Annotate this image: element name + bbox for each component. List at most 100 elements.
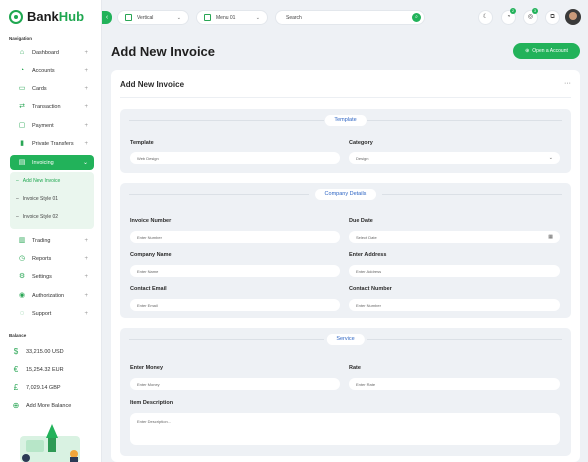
sidebar-item-label: Dashboard <box>32 49 59 56</box>
divider <box>129 194 309 195</box>
divider <box>367 339 562 340</box>
home-icon: ⌂ <box>19 48 25 56</box>
company-details-section: Company Details Invoice Number Enter Num… <box>120 183 571 318</box>
divider <box>367 120 562 121</box>
sidebar-item-dashboard[interactable]: ⌂ Dashboard + <box>10 45 94 60</box>
placeholder: Enter Name <box>137 268 159 274</box>
submenu-item-label: Invoice Style 02 <box>22 214 59 220</box>
message-badge: 3 <box>532 8 538 14</box>
company-name-label: Company Name <box>130 252 172 258</box>
submenu-item-invoice-style-02[interactable]: – Invoice Style 02 <box>16 214 58 220</box>
avatar[interactable] <box>565 9 581 25</box>
search-input[interactable]: Search ⌕ <box>275 10 425 25</box>
sidebar-item-cards[interactable]: ▭ Cards + <box>10 81 94 96</box>
sidebar: BankHub Navigation ⌂ Dashboard + ◔ Accounts… <box>0 0 102 462</box>
invoicing-submenu: – Add New Invoice – Invoice Style 01 – Invo… <box>10 172 94 229</box>
pound-icon: £ <box>13 383 19 392</box>
sidebar-item-support[interactable]: ◌ Support + <box>10 306 94 321</box>
layout-select-value: Vertical <box>137 14 154 21</box>
notification-badge: 2 <box>510 8 516 14</box>
shield-icon: ◉ <box>18 291 26 299</box>
chevron-down-icon: ⌄ <box>255 14 260 21</box>
sidebar-item-label: Payment <box>32 122 54 129</box>
item-description-label: Item Description <box>130 400 174 406</box>
sidebar-item-label: Transaction <box>32 103 61 110</box>
section-title: Template <box>324 115 367 126</box>
payment-icon: ▢ <box>18 121 26 129</box>
transfer-icon: ⇄ <box>19 102 25 110</box>
submenu-item-add-new-invoice[interactable]: – Add New Invoice <box>16 178 60 184</box>
divider <box>120 97 571 98</box>
trading-icon: ▥ <box>18 236 26 244</box>
template-select[interactable]: Web Design <box>130 152 340 164</box>
sidebar-item-accounts[interactable]: ◔ Accounts + <box>10 63 94 78</box>
dash-icon: – <box>16 178 19 184</box>
rate-field[interactable]: Enter Rate <box>349 378 560 390</box>
language-icon[interactable]: ⧉ <box>545 10 560 25</box>
sidebar-illustration <box>20 424 80 462</box>
plus-icon: + <box>84 67 88 74</box>
plus-icon: + <box>84 140 88 147</box>
accounts-icon: ◔ <box>19 66 25 74</box>
report-icon: ◷ <box>18 254 26 262</box>
item-description-textarea[interactable]: Enter Description... <box>130 413 560 445</box>
more-options-icon[interactable]: ··· <box>564 80 571 87</box>
placeholder: Select Date <box>356 234 377 240</box>
sidebar-item-label: Authorization <box>32 292 65 299</box>
section-title: Company Details <box>314 189 377 200</box>
plus-icon: + <box>84 273 88 280</box>
sidebar-item-label: Settings <box>32 273 52 280</box>
theme-toggle-icon[interactable]: ☾ <box>478 10 493 25</box>
contact-number-field[interactable]: Enter Number <box>349 299 560 311</box>
service-section: Service Enter Money Enter Money Rate Ent… <box>120 328 571 456</box>
money-label: Enter Money <box>130 365 164 371</box>
grid-icon <box>125 14 132 21</box>
sidebar-item-authorization[interactable]: ◉ Authorization + <box>10 288 94 303</box>
sidebar-item-private-transfers[interactable]: ▮ Private Transfers + <box>10 136 94 151</box>
category-select[interactable]: Design ⌄ <box>349 152 560 164</box>
submenu-item-invoice-style-01[interactable]: – Invoice Style 01 <box>16 196 58 202</box>
template-section: Template Template Web Design Category De… <box>120 109 571 173</box>
chevron-left-icon: ‹ <box>105 14 109 21</box>
sidebar-item-settings[interactable]: ⚙ Settings + <box>10 269 94 284</box>
brand-logo[interactable]: BankHub <box>9 9 84 24</box>
contact-email-field[interactable]: Enter Email <box>130 299 340 311</box>
brand-name-b: Hub <box>58 9 85 24</box>
bar-chart-icon: ▮ <box>20 139 24 147</box>
sidebar-item-transaction[interactable]: ⇄ Transaction + <box>10 99 94 114</box>
sidebar-item-reports[interactable]: ◷ Reports + <box>10 251 94 266</box>
invoice-card: Add New Invoice ··· Template Template We… <box>111 70 580 462</box>
balance-value: 7,029.14 GBP <box>26 385 61 391</box>
menu-select[interactable]: Menu 01 ⌄ <box>196 10 268 25</box>
sidebar-toggle-button[interactable]: ‹ <box>102 11 112 24</box>
sidebar-item-trading[interactable]: ▥ Trading + <box>10 233 94 248</box>
invoice-number-field[interactable]: Enter Number <box>130 231 340 243</box>
layout-select[interactable]: Vertical ⌄ <box>117 10 189 25</box>
invoice-number-label: Invoice Number <box>130 218 172 224</box>
company-name-field[interactable]: Enter Name <box>130 265 340 277</box>
bell-icon[interactable]: ◔ 2 <box>501 8 516 25</box>
add-balance-link[interactable]: ⊕ Add More Balance <box>12 402 72 410</box>
plus-icon: + <box>84 237 88 244</box>
due-date-label: Due Date <box>349 218 373 224</box>
due-date-field[interactable]: Select Date ▦ <box>349 231 560 243</box>
money-field[interactable]: Enter Money <box>130 378 340 390</box>
sidebar-item-label: Invoicing <box>32 159 54 166</box>
chat-icon[interactable]: ◎ 3 <box>523 8 538 25</box>
search-placeholder: Search <box>286 14 302 21</box>
search-icon[interactable]: ⌕ <box>412 13 421 22</box>
address-field[interactable]: Enter Address <box>349 265 560 277</box>
balance-section-label: Balance <box>9 333 27 338</box>
open-account-button[interactable]: ⊕ Open a Account <box>513 43 580 59</box>
sidebar-item-invoicing[interactable]: ▤ Invoicing ⌄ <box>10 155 94 170</box>
placeholder: Enter Description... <box>137 419 172 424</box>
contact-number-label: Contact Number <box>349 286 392 292</box>
calendar-icon[interactable]: ▦ <box>548 234 553 240</box>
template-select-value: Web Design <box>137 155 159 161</box>
section-title: Service <box>326 334 365 345</box>
sidebar-item-payment[interactable]: ▢ Payment + <box>10 118 94 133</box>
plus-icon: + <box>84 292 88 299</box>
invoice-icon: ▤ <box>18 158 26 166</box>
balance-value: 15,254.32 EUR <box>26 367 64 373</box>
divider <box>129 120 324 121</box>
